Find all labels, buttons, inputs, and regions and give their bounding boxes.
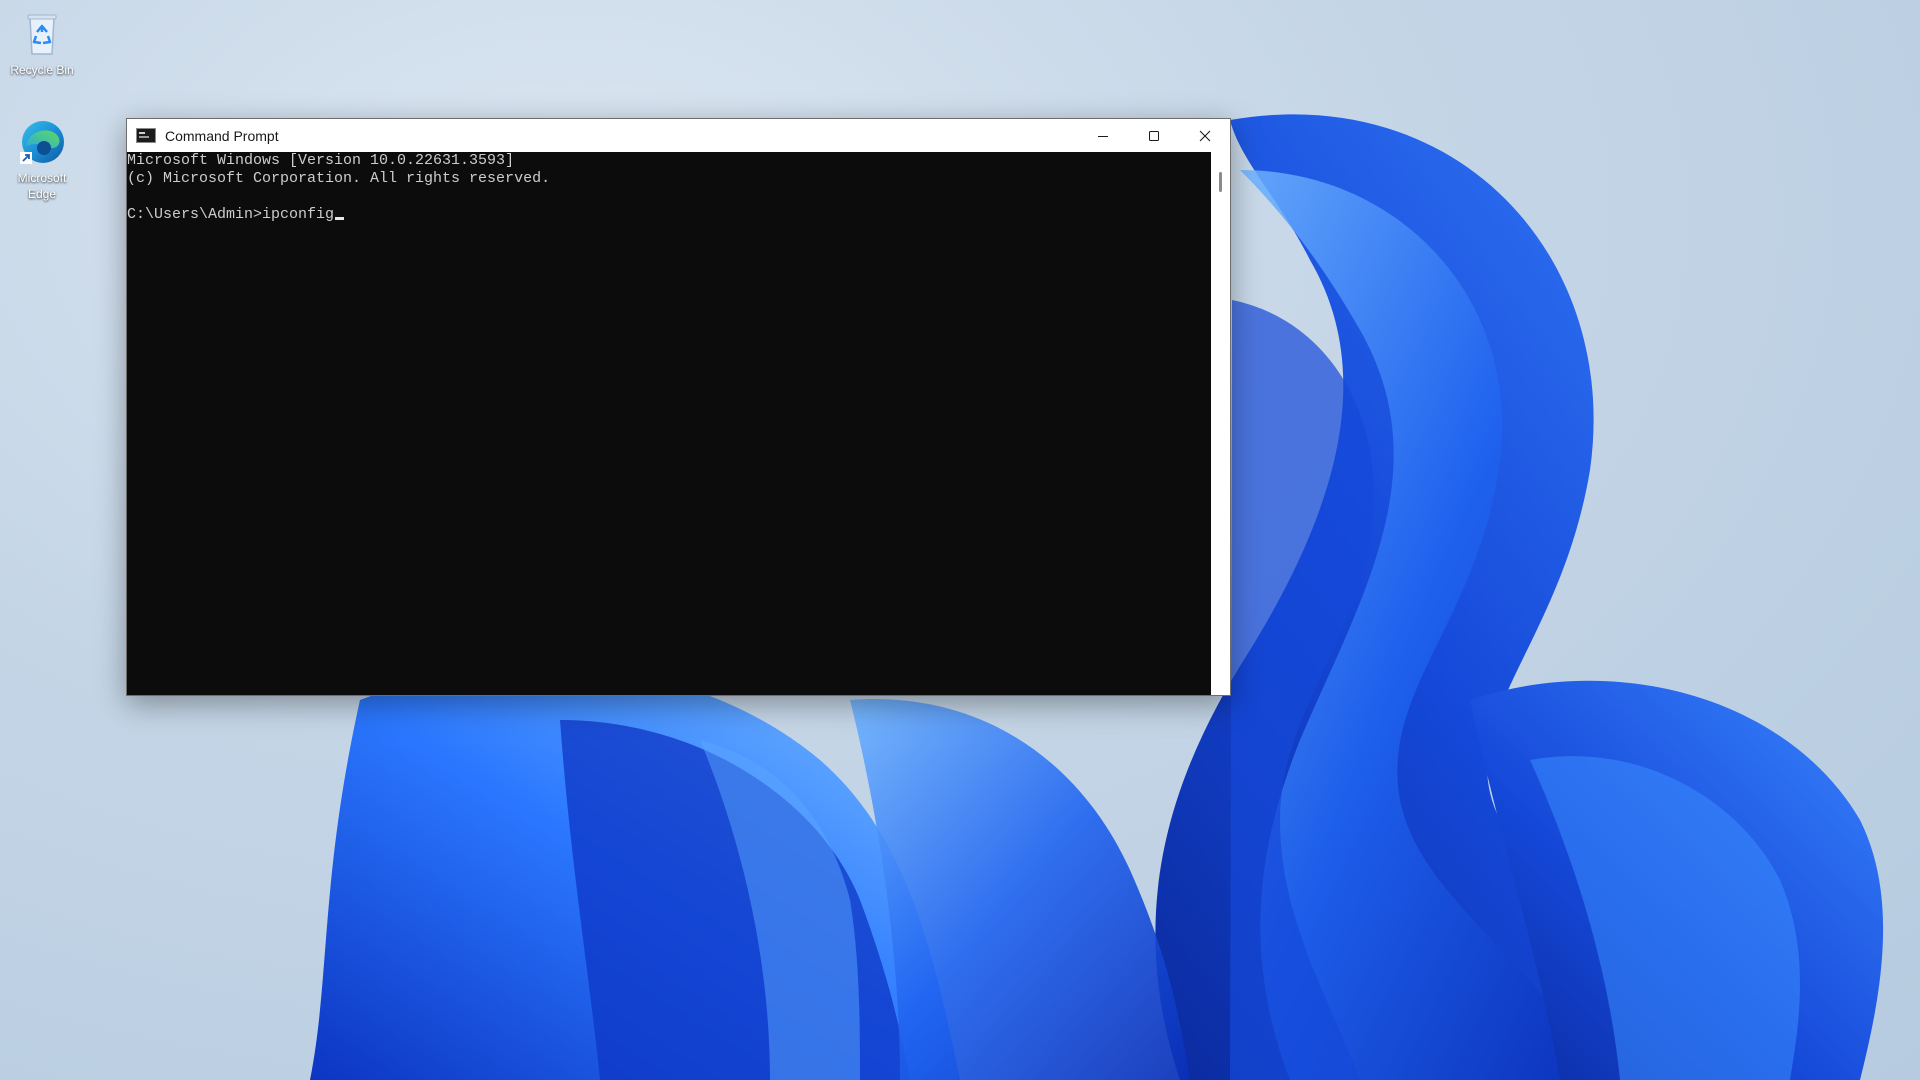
recycle-bin-icon	[18, 10, 66, 58]
desktop-icon-label: Microsoft Edge	[17, 171, 67, 201]
vertical-scrollbar[interactable]	[1211, 152, 1230, 695]
cmd-icon	[136, 128, 156, 143]
close-button[interactable]	[1179, 119, 1230, 152]
maximize-button[interactable]	[1128, 119, 1179, 152]
desktop-icon-recycle-bin[interactable]: Recycle Bin	[0, 10, 85, 78]
console-output[interactable]: Microsoft Windows [Version 10.0.22631.35…	[127, 152, 1211, 695]
command-prompt-window[interactable]: Command Prompt Microsoft Windows [Versio…	[126, 118, 1231, 696]
console-input-line[interactable]: C:\Users\Admin>ipconfig	[127, 206, 1211, 224]
maximize-icon	[1148, 130, 1159, 141]
minimize-button[interactable]	[1077, 119, 1128, 152]
desktop-icon-label: Recycle Bin	[10, 63, 74, 77]
console-input[interactable]: ipconfig	[262, 206, 334, 223]
minimize-icon	[1097, 135, 1108, 137]
console-line: Microsoft Windows [Version 10.0.22631.35…	[127, 152, 515, 169]
scrollbar-thumb[interactable]	[1219, 172, 1222, 192]
console-prompt: C:\Users\Admin>	[127, 206, 263, 223]
desktop-icon-microsoft-edge[interactable]: Microsoft Edge	[0, 118, 85, 202]
title-bar[interactable]: Command Prompt	[127, 119, 1230, 152]
window-title: Command Prompt	[165, 127, 279, 144]
close-icon	[1199, 130, 1210, 141]
caption-buttons	[1077, 119, 1230, 152]
edge-icon	[18, 118, 66, 166]
console-line: (c) Microsoft Corporation. All rights re…	[127, 170, 551, 187]
text-cursor	[335, 217, 345, 220]
